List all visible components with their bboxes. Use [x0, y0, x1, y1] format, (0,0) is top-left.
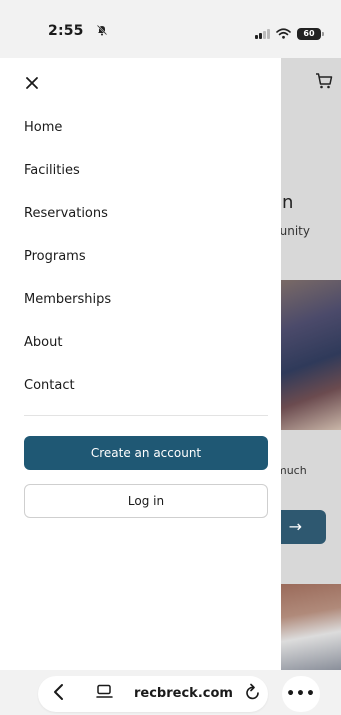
browser-toolbar: recbreck.com •••: [0, 670, 341, 715]
background-text-fragment: nunity: [280, 224, 310, 238]
background-photo: [280, 280, 341, 430]
battery-icon: 60: [297, 27, 324, 40]
url-text[interactable]: recbreck.com: [134, 686, 233, 701]
background-page: n nunity much →: [280, 58, 341, 670]
bell-silent-icon: [96, 24, 108, 39]
login-button[interactable]: Log in: [24, 484, 268, 518]
more-icon[interactable]: •••: [282, 676, 320, 712]
status-icons: 60: [255, 24, 324, 43]
nav-item-about[interactable]: About: [24, 332, 111, 375]
tabs-icon[interactable]: [96, 684, 114, 704]
nav-menu: Home Facilities Reservations Programs Me…: [24, 117, 111, 418]
reload-icon[interactable]: [245, 683, 261, 705]
nav-item-contact[interactable]: Contact: [24, 375, 111, 418]
divider: [24, 415, 268, 416]
status-time: 2:55: [48, 23, 84, 39]
create-account-button[interactable]: Create an account: [24, 436, 268, 470]
close-icon[interactable]: [22, 73, 42, 93]
nav-item-programs[interactable]: Programs: [24, 246, 111, 289]
background-photo-2: [280, 584, 341, 670]
background-text-fragment-2: much: [280, 464, 307, 477]
navigation-drawer: Home Facilities Reservations Programs Me…: [0, 58, 281, 670]
nav-item-facilities[interactable]: Facilities: [24, 160, 111, 203]
cart-icon: [315, 72, 333, 94]
status-bar: 2:55 60: [0, 0, 341, 58]
background-arrow-button: →: [280, 510, 326, 544]
nav-item-memberships[interactable]: Memberships: [24, 289, 111, 332]
signal-icon: [255, 28, 270, 39]
nav-item-reservations[interactable]: Reservations: [24, 203, 111, 246]
nav-item-home[interactable]: Home: [24, 117, 111, 160]
background-heading-fragment: n: [282, 192, 294, 213]
back-icon[interactable]: [52, 683, 66, 705]
wifi-icon: [276, 24, 291, 43]
